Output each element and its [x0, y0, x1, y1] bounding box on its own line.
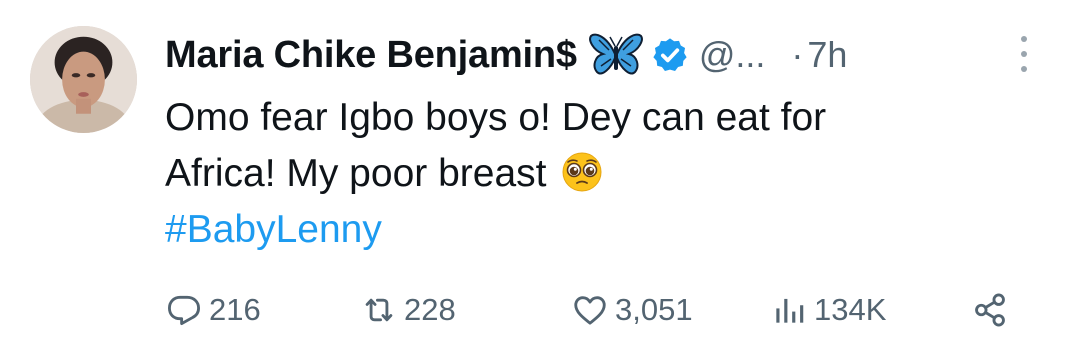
- tweet-text-line: Africa! My poor breast: [165, 152, 547, 195]
- share-icon: [971, 291, 1009, 329]
- tweet-timestamp[interactable]: 7h: [807, 34, 847, 76]
- tweet-header: Maria Chike Benjamin$ @... · 7h: [165, 30, 847, 80]
- reply-button[interactable]: 216: [165, 290, 261, 330]
- repost-icon: [360, 291, 398, 329]
- hashtag-link[interactable]: #BabyLenny: [165, 202, 1045, 258]
- tweet-text-line: Omo fear Igbo boys o! Dey can eat for: [165, 96, 827, 139]
- views-icon: [770, 291, 808, 329]
- like-button[interactable]: 3,051: [571, 290, 693, 330]
- time-separator: ·: [791, 34, 804, 75]
- like-count: 3,051: [615, 292, 693, 327]
- tweet-text-line-2: Africa! My poor breast: [165, 146, 1045, 202]
- heart-icon: [571, 291, 609, 329]
- reply-count: 216: [209, 292, 261, 327]
- tweet[interactable]: Maria Chike Benjamin$ @... · 7h Omo fear…: [0, 0, 1080, 338]
- author-handle[interactable]: @...: [699, 34, 766, 76]
- pleading-face-emoji-icon: [561, 151, 603, 193]
- tweet-actions: 216 228 3,051 134K: [165, 290, 1025, 330]
- views-button[interactable]: 134K: [770, 290, 886, 330]
- more-vertical-icon[interactable]: [1016, 34, 1032, 74]
- tweet-text: Omo fear Igbo boys o! Dey can eat for Af…: [165, 90, 1045, 258]
- repost-count: 228: [404, 292, 456, 327]
- share-button[interactable]: [971, 290, 1009, 330]
- verified-badge-icon: [651, 36, 689, 74]
- reply-icon: [165, 291, 203, 329]
- butterfly-emoji-icon: [589, 32, 643, 78]
- views-count: 134K: [814, 292, 887, 327]
- repost-button[interactable]: 228: [360, 290, 456, 330]
- author-name[interactable]: Maria Chike Benjamin$: [165, 34, 577, 77]
- avatar[interactable]: [30, 26, 137, 133]
